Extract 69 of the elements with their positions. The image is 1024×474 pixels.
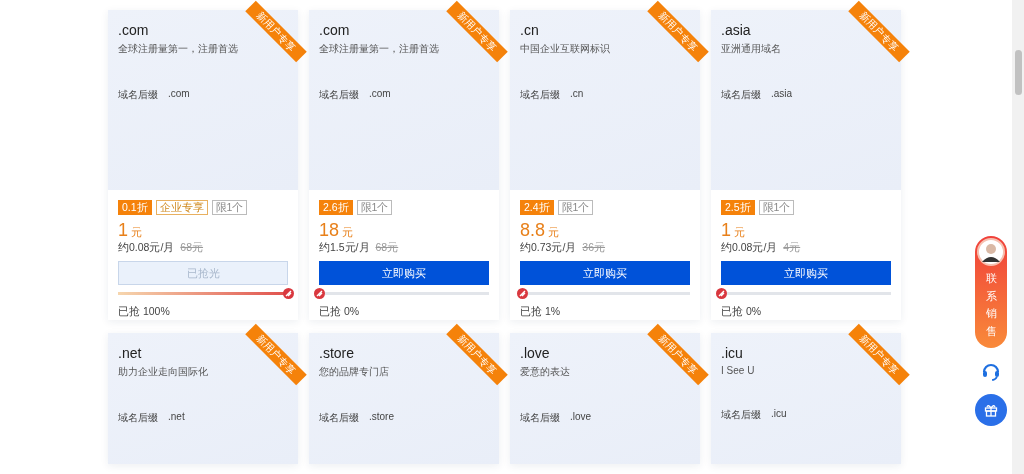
gift-icon [984,403,998,418]
domain-description: 您的品牌专门店 [319,365,389,379]
avatar [977,238,1005,266]
gift-button[interactable] [975,394,1007,427]
sold-percentage: 已抢 0% [319,305,360,319]
buy-button[interactable]: 立即购买 [319,261,489,285]
price: 18 [319,220,340,241]
price-unit: 元 [131,226,142,240]
domain-name: .com [118,22,149,38]
price-unit: 元 [734,226,745,240]
domain-name: .store [319,345,354,361]
domain-name: .asia [721,22,751,38]
discount-tag: 2.4折 [520,200,554,215]
suffix-label: 域名后缀 [118,88,158,102]
domain-description: I See U [721,365,755,376]
suffix-value: .asia [771,88,793,101]
limit-tag: 限1个 [758,200,795,215]
domain-name: .com [319,22,350,38]
suffix-label: 域名后缀 [118,411,158,425]
suffix-label: 域名后缀 [319,411,359,425]
domain-description: 中国企业互联网标识 [520,42,610,56]
suffix-value: .icu [771,408,787,421]
suffix-label: 域名后缀 [520,88,560,102]
discount-tag: 2.5折 [721,200,755,215]
limit-tag: 限1个 [557,200,594,215]
price: 8.8 [520,220,546,241]
original-price: 4元 [783,241,801,255]
enterprise-tag: 企业专享 [155,200,208,215]
domain-description: 全球注册量第一，注册首选 [118,42,238,56]
buy-button[interactable]: 立即购买 [721,261,891,285]
sold-percentage: 已抢 1% [520,305,561,319]
limit-tag: 限1个 [211,200,248,215]
discount-tag: 2.6折 [319,200,353,215]
suffix-label: 域名后缀 [319,88,359,102]
suffix-value: .com [168,88,190,101]
domain-name: .net [118,345,142,361]
price: 1 [118,220,128,241]
sold-percentage: 已抢 0% [721,305,762,319]
monthly-price: 约1.5元/月 [319,241,370,255]
suffix-label: 域名后缀 [721,408,761,422]
original-price: 68元 [180,241,204,255]
suffix-value: .store [369,411,394,424]
monthly-price: 约0.08元/月 [118,241,175,255]
suffix-label: 域名后缀 [721,88,761,102]
limit-tag: 限1个 [356,200,393,215]
scrollbar[interactable] [1012,0,1024,474]
price-unit: 元 [548,226,560,240]
discount-tag: 0.1折 [118,200,152,215]
price: 1 [721,220,731,241]
suffix-value: .com [369,88,391,101]
original-price: 36元 [582,241,606,255]
monthly-price: 约0.73元/月 [520,241,577,255]
suffix-value: .love [570,411,592,424]
suffix-value: .cn [570,88,584,101]
sold-percentage: 已抢 100% [118,305,170,319]
buy-button[interactable]: 立即购买 [520,261,690,285]
original-price: 68元 [375,241,399,255]
suffix-label: 域名后缀 [520,411,560,425]
domain-name: .icu [721,345,743,361]
domain-description: 全球注册量第一，注册首选 [319,42,439,56]
domain-description: 助力企业走向国际化 [118,365,208,379]
price-unit: 元 [342,226,354,240]
domain-name: .love [520,345,550,361]
domain-description: 爱意的表达 [520,365,570,379]
suffix-value: .net [168,411,185,424]
domain-name: .cn [520,22,539,38]
domain-description: 亚洲通用域名 [721,42,781,56]
monthly-price: 约0.08元/月 [721,241,778,255]
contact-sales-label: 联系销售 [985,271,997,339]
